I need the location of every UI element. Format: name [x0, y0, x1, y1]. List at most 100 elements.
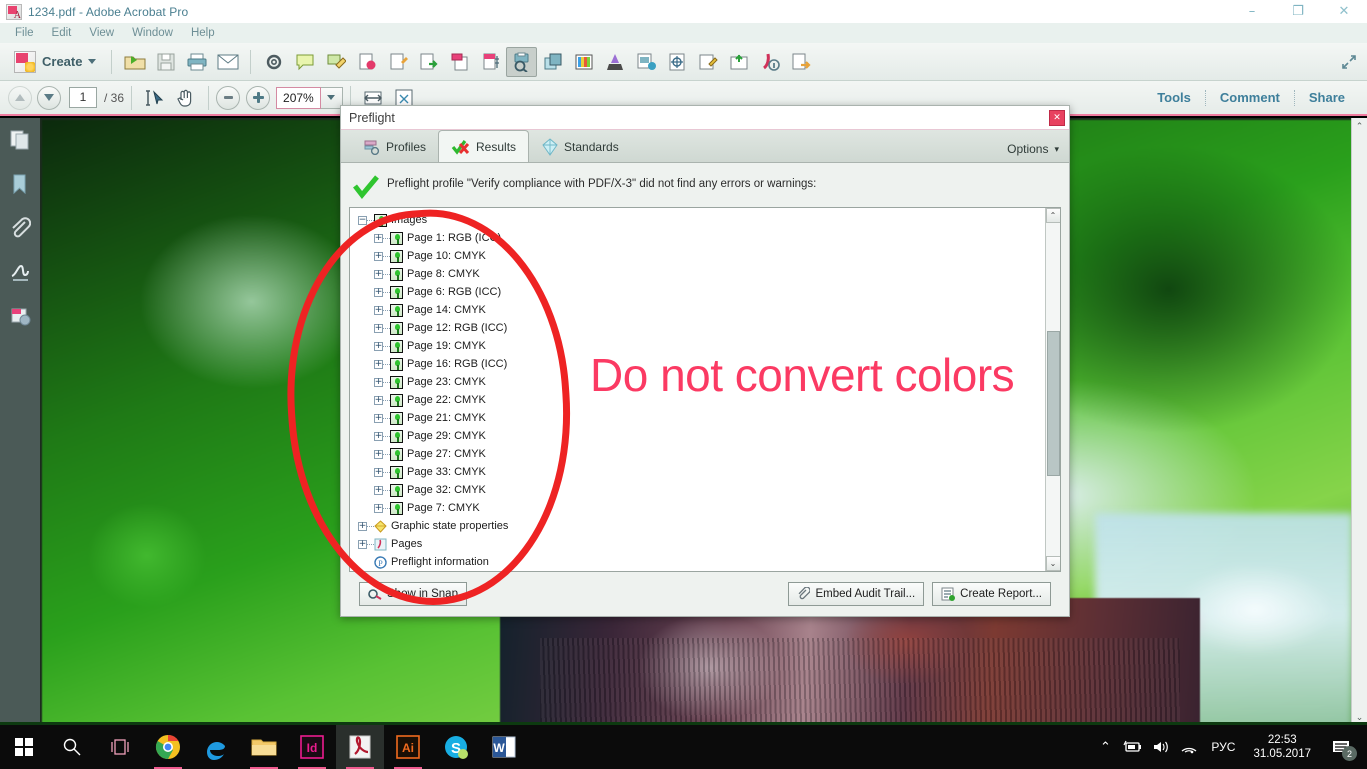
tree-row[interactable]: + Page 14: CMYK — [358, 301, 1045, 319]
collapse-icon[interactable]: − — [358, 215, 367, 225]
volume-icon[interactable] — [1147, 725, 1175, 769]
expand-icon[interactable]: + — [374, 305, 383, 315]
export-icon[interactable] — [785, 47, 816, 77]
tree-row[interactable]: P Preflight information — [358, 553, 1045, 571]
taskbar-app-indesign[interactable]: Id — [288, 725, 336, 769]
menu-view[interactable]: View — [80, 26, 123, 40]
sidebar-item-signatures[interactable] — [0, 250, 40, 294]
share-link[interactable]: Share — [1295, 90, 1359, 105]
tree-row[interactable]: + Page 19: CMYK — [358, 337, 1045, 355]
preflight-icon[interactable] — [506, 46, 538, 77]
taskbar-app-edge[interactable] — [192, 725, 240, 769]
tree-scroll-down-icon[interactable]: ⌄ — [1045, 556, 1060, 571]
tree-row[interactable]: + Page 6: RGB (ICC) — [358, 283, 1045, 301]
zoom-out-icon[interactable] — [216, 85, 241, 110]
expand-icon[interactable]: + — [374, 269, 383, 279]
taskbar-app-acrobat[interactable] — [336, 725, 384, 769]
output-preview-icon[interactable] — [568, 47, 599, 77]
document-info-icon[interactable] — [754, 47, 785, 77]
tree-row[interactable]: + Page 12: RGB (ICC) — [358, 319, 1045, 337]
show-in-snap-button[interactable]: Show in Snap — [359, 582, 467, 606]
expand-icon[interactable]: + — [374, 341, 383, 351]
hand-icon[interactable] — [170, 83, 201, 113]
taskbar-app-file-explorer[interactable] — [240, 725, 288, 769]
zoom-level-input[interactable]: 207% — [276, 86, 321, 109]
create-report-button[interactable]: Create Report... — [932, 582, 1051, 606]
save-icon[interactable] — [150, 47, 181, 77]
close-button[interactable]: ✕ — [1321, 0, 1367, 23]
tray-chevron-up-icon[interactable]: ⌃ — [1091, 725, 1119, 769]
expand-icon[interactable]: + — [374, 431, 383, 441]
tree-row[interactable]: + Pages — [358, 535, 1045, 553]
highlight-text-icon[interactable] — [320, 47, 351, 77]
comment-link[interactable]: Comment — [1206, 90, 1294, 105]
taskbar-app-chrome[interactable] — [144, 725, 192, 769]
expand-icon[interactable]: + — [374, 485, 383, 495]
expand-icon[interactable]: + — [374, 503, 383, 513]
sidebar-item-comments[interactable] — [0, 294, 40, 338]
notifications-icon[interactable]: 2 — [1321, 725, 1361, 769]
ink-manager-icon[interactable] — [599, 47, 630, 77]
print-production-icon[interactable] — [630, 47, 661, 77]
results-tree[interactable]: − Images + Page 1: RGB (ICC) + Page 10: CMYK +… — [350, 208, 1045, 571]
taskbar-app-illustrator[interactable]: Ai — [384, 725, 432, 769]
edit-object-icon[interactable] — [692, 47, 723, 77]
select-text-icon[interactable] — [139, 83, 170, 113]
tree-row[interactable]: + Page 33: CMYK — [358, 463, 1045, 481]
preferences-gear-icon[interactable] — [258, 47, 289, 77]
results-tree-panel[interactable]: − Images + Page 1: RGB (ICC) + Page 10: CMYK +… — [349, 207, 1061, 572]
expand-icon[interactable]: + — [374, 467, 383, 477]
battery-icon[interactable] — [1119, 725, 1147, 769]
menu-help[interactable]: Help — [182, 26, 224, 40]
tree-row[interactable]: − Images — [358, 211, 1045, 229]
page-number-input[interactable]: 1 — [69, 87, 97, 108]
page-down-icon[interactable] — [37, 85, 61, 110]
export-pdf-icon[interactable] — [413, 47, 444, 77]
tree-scroll-thumb[interactable] — [1046, 331, 1060, 476]
tree-row[interactable]: + Page 21: CMYK — [358, 409, 1045, 427]
expand-icon[interactable]: + — [374, 395, 383, 405]
layers-icon[interactable] — [537, 47, 568, 77]
save-as-icon[interactable] — [723, 47, 754, 77]
expand-icon[interactable]: + — [374, 251, 383, 261]
windows-start-icon[interactable] — [0, 725, 48, 769]
tab-profiles[interactable]: Profiles — [351, 132, 438, 162]
combine-files-icon[interactable] — [444, 47, 475, 77]
embed-audit-trail-button[interactable]: Embed Audit Trail... — [788, 582, 925, 606]
tree-row[interactable]: + Page 22: CMYK — [358, 391, 1045, 409]
expand-icon[interactable]: + — [374, 233, 383, 243]
stamp-icon[interactable] — [382, 47, 413, 77]
trap-presets-icon[interactable] — [661, 47, 692, 77]
expand-icon[interactable]: + — [374, 449, 383, 459]
page-thumbnails-icon[interactable] — [475, 47, 506, 77]
sidebar-item-attachments[interactable] — [0, 206, 40, 250]
menu-file[interactable]: File — [6, 26, 43, 40]
menu-edit[interactable]: Edit — [43, 26, 81, 40]
expand-icon[interactable]: + — [374, 323, 383, 333]
open-file-icon[interactable] — [119, 47, 150, 77]
language-indicator[interactable]: РУС — [1203, 740, 1243, 754]
clock[interactable]: 22:53 31.05.2017 — [1243, 733, 1321, 761]
tree-row[interactable]: + Page 29: CMYK — [358, 427, 1045, 445]
expand-icon[interactable]: + — [358, 521, 367, 531]
tree-row[interactable]: + Page 32: CMYK — [358, 481, 1045, 499]
email-icon[interactable] — [212, 47, 243, 77]
tree-row[interactable]: + Page 27: CMYK — [358, 445, 1045, 463]
tree-row[interactable]: + Page 8: CMYK — [358, 265, 1045, 283]
menu-window[interactable]: Window — [123, 26, 182, 40]
taskbar-app-skype[interactable]: S — [432, 725, 480, 769]
tools-link[interactable]: Tools — [1143, 90, 1205, 105]
sidebar-item-bookmarks[interactable] — [0, 162, 40, 206]
expand-toolbar-icon[interactable] — [1337, 50, 1361, 74]
print-icon[interactable] — [181, 47, 212, 77]
expand-icon[interactable]: + — [358, 539, 367, 549]
tab-standards[interactable]: Standards — [529, 132, 631, 162]
dialog-close-icon[interactable]: ✕ — [1049, 109, 1065, 126]
attach-file-icon[interactable] — [351, 47, 382, 77]
scroll-up-icon[interactable]: ⌃ — [1352, 118, 1367, 134]
zoom-in-icon[interactable] — [246, 85, 271, 110]
tree-scroll-track[interactable] — [1045, 223, 1060, 556]
options-button[interactable]: Options ▾ — [1007, 142, 1059, 156]
expand-icon[interactable]: + — [374, 287, 383, 297]
tree-row[interactable]: + Page 23: CMYK — [358, 373, 1045, 391]
